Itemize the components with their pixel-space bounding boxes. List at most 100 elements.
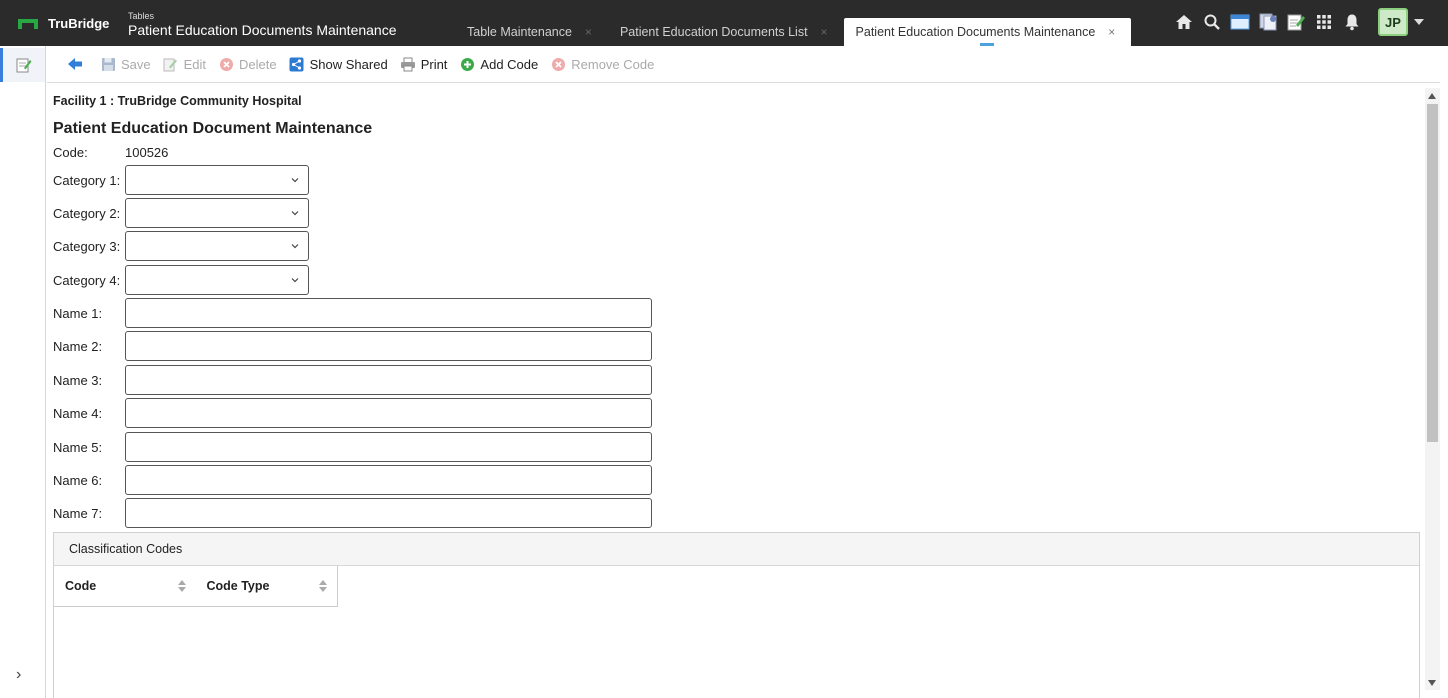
category-3-select[interactable] — [125, 231, 309, 261]
category-1-label: Category 1: — [53, 172, 121, 188]
printer-icon — [400, 56, 416, 72]
category-1-select[interactable] — [125, 165, 309, 195]
scrollbar-thumb[interactable] — [1427, 104, 1438, 442]
chevron-down-icon — [291, 178, 299, 183]
add-circle-icon — [459, 56, 475, 72]
tab-patient-education-documents-list[interactable]: Patient Education Documents List × — [608, 18, 844, 46]
bell-icon[interactable] — [1338, 8, 1366, 36]
save-button[interactable]: Save — [100, 56, 151, 72]
rail-item-notepad[interactable] — [0, 48, 45, 82]
context-label: Tables — [128, 11, 155, 21]
name-6-input[interactable] — [125, 465, 652, 495]
show-shared-button[interactable]: Show Shared — [289, 56, 388, 72]
notepad-icon[interactable] — [1282, 8, 1310, 36]
tab-label: Patient Education Documents List — [619, 25, 808, 39]
brand-name: TruBridge — [48, 16, 110, 31]
scroll-down-arrow-icon[interactable] — [1428, 680, 1436, 686]
window-edge — [1440, 46, 1448, 698]
column-label: Code — [65, 579, 97, 593]
edit-label: Edit — [183, 56, 207, 72]
home-icon[interactable] — [1170, 8, 1198, 36]
chevron-down-icon — [291, 244, 299, 249]
documents-icon[interactable] — [1254, 8, 1282, 36]
remove-code-label: Remove Code — [571, 56, 655, 72]
app-context: Tables Patient Education Documents Maint… — [128, 11, 397, 39]
category-2-label: Category 2: — [53, 205, 121, 221]
edit-pencil-icon — [163, 56, 179, 72]
code-label: Code: — [53, 144, 88, 160]
remove-circle-icon — [550, 56, 566, 72]
code-row: Code: 100526 — [53, 137, 168, 167]
column-header-code[interactable]: Code — [54, 566, 196, 606]
code-value: 100526 — [125, 144, 169, 160]
back-button[interactable] — [67, 56, 88, 72]
name-7-label: Name 7: — [53, 505, 103, 521]
name-7-row: Name 7: — [53, 498, 652, 528]
close-icon[interactable]: × — [1108, 25, 1115, 39]
name-6-row: Name 6: — [53, 465, 652, 495]
scroll-up-arrow-icon[interactable] — [1428, 93, 1436, 99]
name-3-row: Name 3: — [53, 365, 652, 395]
expand-rail-chevron-icon[interactable]: › — [16, 666, 21, 684]
classification-grid-header: Code Code Type — [54, 566, 338, 607]
category-4-row: Category 4: — [53, 265, 309, 295]
name-2-row: Name 2: — [53, 331, 652, 361]
close-icon[interactable]: × — [821, 25, 828, 39]
save-label: Save — [121, 56, 151, 72]
window-icon[interactable] — [1226, 8, 1254, 36]
name-5-label: Name 5: — [53, 439, 103, 455]
tab-patient-education-documents-maintenance[interactable]: Patient Education Documents Maintenance … — [843, 18, 1132, 46]
column-header-code-type[interactable]: Code Type — [196, 566, 338, 606]
classification-codes-panel: Classification Codes Code Code Type — [53, 532, 1420, 698]
category-1-row: Category 1: — [53, 165, 309, 195]
name-7-input[interactable] — [125, 498, 652, 528]
back-arrow-icon — [67, 56, 83, 72]
context-title: Patient Education Documents Maintenance — [128, 22, 397, 38]
tab-label: Table Maintenance — [467, 25, 572, 39]
facility-label: Facility 1 : TruBridge Community Hospita… — [53, 94, 302, 108]
user-menu-caret-icon[interactable] — [1414, 19, 1424, 25]
top-header: TruBridge Tables Patient Education Docum… — [0, 0, 1448, 46]
brand-logo[interactable]: TruBridge — [18, 16, 109, 31]
add-code-button[interactable]: Add Code — [459, 56, 538, 72]
edit-button[interactable]: Edit — [163, 56, 206, 72]
open-tabs: Table Maintenance × Patient Education Do… — [455, 18, 1132, 46]
left-rail: › — [0, 46, 46, 698]
vertical-scrollbar[interactable] — [1425, 88, 1440, 690]
category-2-row: Category 2: — [53, 198, 309, 228]
floppy-disk-icon — [100, 56, 116, 72]
chevron-down-icon — [291, 278, 299, 283]
column-label: Code Type — [206, 579, 270, 593]
name-4-row: Name 4: — [53, 398, 652, 428]
action-toolbar: Save Edit Delete Show Shared Print Add C… — [47, 46, 1440, 83]
delete-label: Delete — [239, 56, 277, 72]
main-content: Facility 1 : TruBridge Community Hospita… — [53, 84, 1423, 698]
category-3-label: Category 3: — [53, 238, 121, 254]
name-5-input[interactable] — [125, 432, 652, 462]
page-title: Patient Education Document Maintenance — [53, 120, 373, 137]
name-2-input[interactable] — [125, 331, 652, 361]
close-icon[interactable]: × — [585, 25, 592, 39]
user-avatar[interactable]: JP — [1378, 8, 1408, 36]
name-3-input[interactable] — [125, 365, 652, 395]
name-4-label: Name 4: — [53, 405, 103, 421]
name-3-label: Name 3: — [53, 372, 103, 388]
sort-icon — [177, 580, 186, 592]
name-1-input[interactable] — [125, 298, 652, 328]
show-shared-label: Show Shared — [309, 56, 388, 72]
category-2-select[interactable] — [125, 198, 309, 228]
category-4-select[interactable] — [125, 265, 309, 295]
remove-code-button[interactable]: Remove Code — [550, 56, 654, 72]
delete-circle-icon — [218, 56, 234, 72]
name-4-input[interactable] — [125, 398, 652, 428]
print-button[interactable]: Print — [400, 56, 447, 72]
category-4-label: Category 4: — [53, 272, 121, 288]
share-icon — [289, 56, 305, 72]
header-actions: JP — [1170, 8, 1424, 36]
name-1-row: Name 1: — [53, 298, 652, 328]
tab-table-maintenance[interactable]: Table Maintenance × — [455, 18, 608, 46]
delete-button[interactable]: Delete — [218, 56, 277, 72]
apps-grid-icon[interactable] — [1310, 8, 1338, 36]
search-icon[interactable] — [1198, 8, 1226, 36]
name-1-label: Name 1: — [53, 305, 103, 321]
